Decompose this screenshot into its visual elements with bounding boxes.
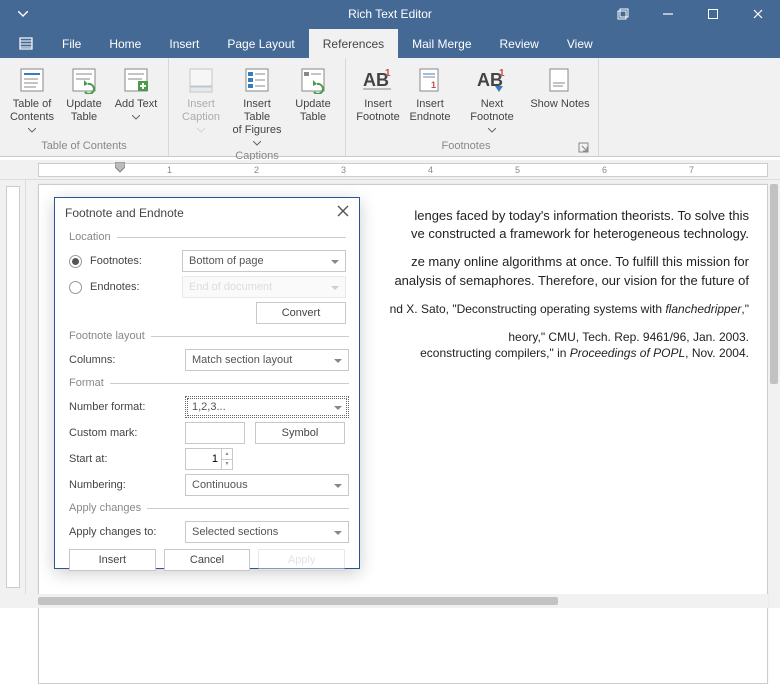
symbol-button[interactable]: Symbol	[255, 422, 345, 444]
next-footnote-button[interactable]: AB1 Next Footnote	[458, 62, 526, 137]
add-text-button[interactable]: Add Text	[112, 62, 160, 137]
caption-icon	[185, 64, 217, 96]
update-table-icon	[68, 64, 100, 96]
custom-mark-input[interactable]	[185, 422, 245, 444]
update-tof-button[interactable]: UpdateTable	[289, 62, 337, 150]
tof-icon	[241, 64, 273, 96]
insert-button[interactable]: Insert	[69, 549, 156, 571]
tab-mail-merge[interactable]: Mail Merge	[398, 29, 485, 58]
svg-text:1: 1	[385, 68, 391, 79]
endnotes-radio[interactable]	[69, 281, 82, 294]
update-table-button[interactable]: UpdateTable	[60, 62, 108, 137]
show-notes-button[interactable]: Show Notes	[530, 62, 590, 137]
number-format-select[interactable]: 1,2,3...	[185, 396, 349, 418]
ribbon-group-captions: InsertCaption Insert Tableof Figures Upd…	[169, 58, 346, 156]
app-menu-dropdown[interactable]	[6, 0, 40, 28]
minimize-window-button[interactable]	[645, 0, 690, 28]
footnote-icon: AB1	[362, 64, 394, 96]
spin-up[interactable]: ▲	[221, 449, 232, 460]
endnote-icon: 1	[414, 64, 446, 96]
ribbon-tabs: File Home Insert Page Layout References …	[0, 28, 780, 58]
add-text-icon	[120, 64, 152, 96]
numbering-select[interactable]: Continuous	[185, 474, 349, 496]
next-footnote-icon: AB1	[476, 64, 508, 96]
restore-window-button[interactable]	[600, 0, 645, 28]
ribbon-group-footnotes: AB1 InsertFootnote 1 InsertEndnote AB1 N…	[346, 58, 599, 156]
columns-select[interactable]: Match section layout	[185, 349, 349, 371]
horizontal-scrollbar[interactable]	[0, 594, 768, 608]
layout-legend: Footnote layout	[69, 330, 151, 342]
tab-home[interactable]: Home	[95, 29, 155, 58]
tab-review[interactable]: Review	[486, 29, 553, 58]
vertical-ruler[interactable]	[0, 180, 26, 594]
tab-insert[interactable]: Insert	[155, 29, 213, 58]
titlebar: Rich Text Editor	[0, 0, 780, 28]
footnotes-location-select[interactable]: Bottom of page	[182, 250, 346, 272]
footnotes-radio[interactable]	[69, 255, 82, 268]
ribbon-group-title: Table of Contents	[8, 140, 160, 154]
vertical-scrollbar[interactable]	[768, 180, 780, 594]
apply-legend: Apply changes	[69, 502, 147, 514]
ribbon-group-toc: Table ofContents UpdateTable Add Text Ta…	[0, 58, 169, 156]
update-tof-icon	[297, 64, 329, 96]
close-window-button[interactable]	[735, 0, 780, 28]
apply-button: Apply	[258, 549, 345, 571]
tab-view[interactable]: View	[553, 29, 607, 58]
home-icon[interactable]	[4, 28, 48, 58]
maximize-window-button[interactable]	[690, 0, 735, 28]
cancel-button[interactable]: Cancel	[164, 549, 251, 571]
toc-icon	[16, 64, 48, 96]
insert-endnote-button[interactable]: 1 InsertEndnote	[406, 62, 454, 137]
location-legend: Location	[69, 231, 117, 243]
spin-down[interactable]: ▼	[221, 460, 232, 470]
ribbon: Table ofContents UpdateTable Add Text Ta…	[0, 58, 780, 157]
footnotes-dialog-launcher[interactable]	[578, 141, 590, 153]
show-notes-icon	[544, 64, 576, 96]
app-title: Rich Text Editor	[348, 7, 432, 21]
insert-footnote-button[interactable]: AB1 InsertFootnote	[354, 62, 402, 137]
horizontal-ruler[interactable]: 1 2 3 4 5 6 7	[0, 160, 780, 180]
svg-text:1: 1	[499, 68, 505, 79]
insert-caption-button: InsertCaption	[177, 62, 225, 150]
table-of-contents-button[interactable]: Table ofContents	[8, 62, 56, 137]
format-legend: Format	[69, 377, 110, 389]
footnote-endnote-dialog: Footnote and Endnote Location Footnotes:…	[54, 197, 360, 569]
ribbon-group-title: Footnotes	[354, 140, 578, 154]
svg-text:1: 1	[431, 80, 436, 90]
convert-button[interactable]: Convert	[256, 302, 346, 324]
tab-page-layout[interactable]: Page Layout	[213, 29, 308, 58]
endnotes-location-select: End of document	[182, 276, 346, 298]
tab-file[interactable]: File	[48, 29, 95, 58]
apply-to-select[interactable]: Selected sections	[185, 521, 349, 543]
tab-references[interactable]: References	[309, 29, 398, 58]
close-icon[interactable]	[337, 205, 349, 220]
insert-table-of-figures-button[interactable]: Insert Tableof Figures	[229, 62, 285, 150]
dialog-title: Footnote and Endnote	[65, 206, 184, 220]
